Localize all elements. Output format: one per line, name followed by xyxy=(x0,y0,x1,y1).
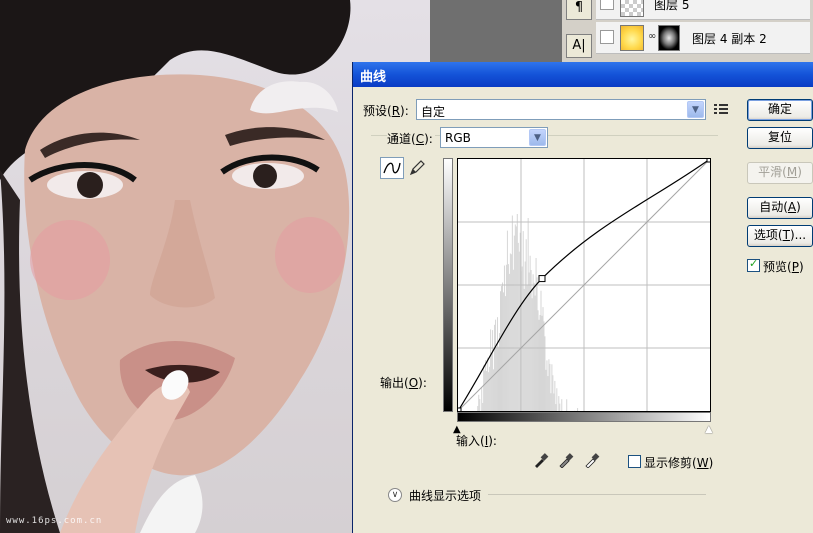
options-button[interactable]: 选项(T)... xyxy=(747,225,813,247)
preset-value: 自定 xyxy=(421,105,446,119)
curve-graph-svg[interactable] xyxy=(458,159,710,411)
layer-thumbnail xyxy=(620,25,644,51)
layer-name: 图层 5 xyxy=(654,0,690,12)
channel-value: RGB xyxy=(445,131,471,145)
curves-dialog: 曲线 预设(R): 自定 ▼ 确定 复位 平滑(M) 自动(A) 选项(T)..… xyxy=(352,62,813,533)
show-clipping-label: 显示修剪(W) xyxy=(644,456,714,470)
white-eyedropper-icon[interactable] xyxy=(584,452,600,468)
layer-row[interactable]: ∞ 图层 4 副本 2 xyxy=(596,22,810,54)
layer-mask-thumbnail xyxy=(658,25,680,51)
chevron-down-icon: ▼ xyxy=(529,129,546,146)
character-tool-button[interactable]: A| xyxy=(566,34,592,58)
curve-control-point[interactable] xyxy=(706,159,710,163)
input-label: 输入(I): xyxy=(456,434,497,448)
preset-label: 预设(R): xyxy=(363,104,409,118)
chevron-down-icon: ▼ xyxy=(687,101,704,118)
layer-thumbnail xyxy=(620,0,644,17)
curve-control-point[interactable] xyxy=(458,407,462,411)
layer-name: 图层 4 副本 2 xyxy=(692,32,767,46)
separator-line xyxy=(488,494,706,495)
curve-display-options-label[interactable]: 曲线显示选项 xyxy=(409,487,481,504)
curve-icon xyxy=(383,162,401,174)
chain-link-icon: ∞ xyxy=(648,31,657,42)
preview-label: 预览(P) xyxy=(763,260,804,274)
checkmark-icon: ✓ xyxy=(749,257,759,270)
visibility-toggle[interactable] xyxy=(600,30,614,44)
curve-point-tool[interactable] xyxy=(380,157,404,179)
reset-button[interactable]: 复位 xyxy=(747,127,813,149)
smooth-button[interactable]: 平滑(M) xyxy=(747,162,813,184)
input-gradient-bar xyxy=(457,412,711,422)
curve-graph[interactable] xyxy=(457,158,711,412)
layer-row[interactable]: 图层 5 xyxy=(596,0,810,20)
output-gradient-bar xyxy=(443,158,453,412)
black-eyedropper-icon[interactable] xyxy=(533,452,549,468)
watermark-text: www.16ps.com.cn xyxy=(6,516,103,526)
output-label: 输出(O): xyxy=(380,376,427,390)
visibility-toggle[interactable] xyxy=(600,0,614,10)
show-clipping-checkbox[interactable] xyxy=(628,455,641,468)
preview-checkbox[interactable]: ✓ xyxy=(747,257,760,272)
gray-eyedropper-icon[interactable] xyxy=(558,452,574,468)
dialog-title: 曲线 xyxy=(360,70,387,85)
pencil-icon[interactable] xyxy=(408,159,426,177)
dialog-title-bar[interactable]: 曲线 xyxy=(353,62,813,87)
channel-label: 通道(C): xyxy=(387,130,435,147)
preset-options-icon[interactable] xyxy=(714,103,728,115)
ok-button[interactable]: 确定 xyxy=(747,99,813,121)
paragraph-tool-button[interactable]: ¶ xyxy=(566,0,592,20)
layers-panel: ¶ A| 图层 5 ∞ 图层 4 副本 2 xyxy=(430,0,813,62)
auto-button[interactable]: 自动(A) xyxy=(747,197,813,219)
expand-chevron-icon[interactable]: ∨ xyxy=(388,488,402,502)
white-point-slider[interactable]: ▲ xyxy=(705,424,713,435)
preset-select[interactable]: 自定 ▼ xyxy=(416,99,706,120)
curve-control-point[interactable] xyxy=(538,275,546,283)
channel-select[interactable]: RGB ▼ xyxy=(440,127,548,148)
